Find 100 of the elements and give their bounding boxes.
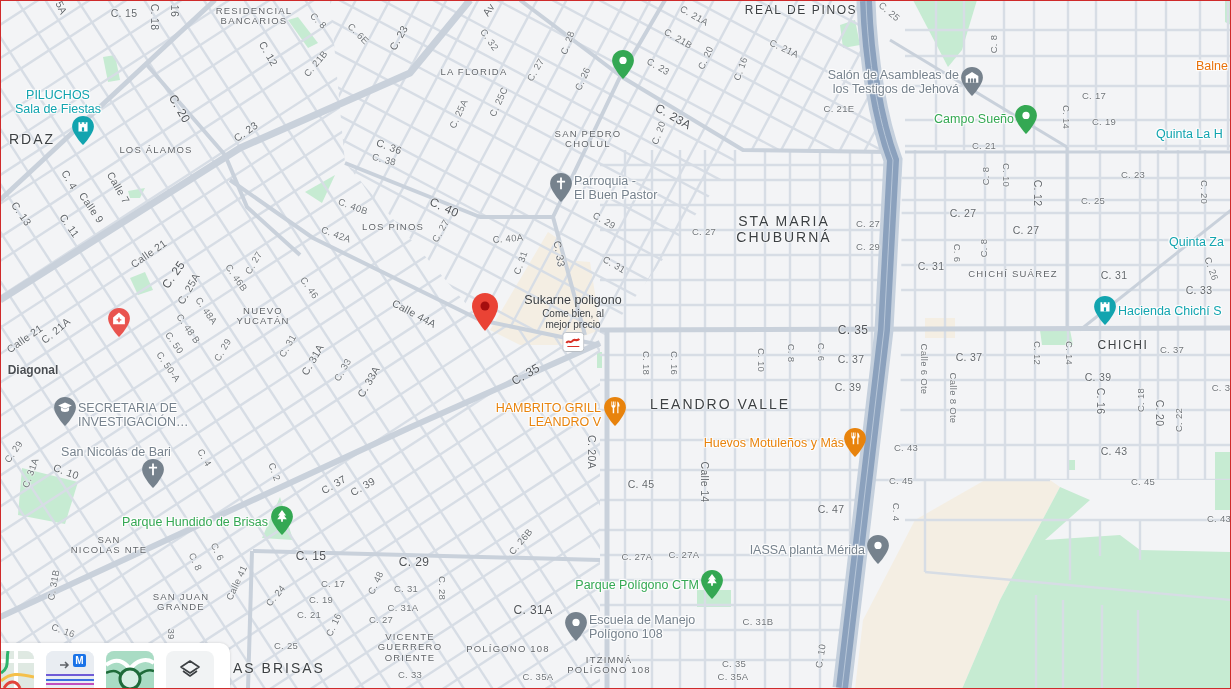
street-label: C. 21B (662, 26, 694, 52)
place-label[interactable]: Parroquia - El Buen Pastor (574, 173, 658, 203)
graduation-cap-pin-icon[interactable] (54, 397, 76, 426)
street-label: C. 18 (1135, 387, 1147, 413)
neighborhood-label: LEANDRO VALLE (649, 395, 791, 413)
street-label: C. 16 (1094, 387, 1106, 415)
place-label[interactable]: Escuela de Manejo Polígono 108 (589, 612, 696, 642)
place-label[interactable]: PILUCHOS Sala de Fiestas (14, 87, 102, 117)
fork-knife-pin-icon[interactable] (844, 428, 866, 457)
street-label: C. 35A (522, 671, 554, 683)
street-label: C. 31 (917, 261, 945, 273)
place-tagline: Come bien, al mejor precio (542, 308, 604, 330)
cross-pin-icon[interactable] (550, 173, 572, 202)
street-label: C. 4 (194, 447, 214, 469)
street-label: C. 35 (837, 324, 869, 338)
neighborhood-label: ITZIMNÁ POLÍGONO 108 (567, 654, 651, 676)
street-label: C. 20A (585, 435, 597, 469)
street-label: C. 19 (1091, 116, 1117, 128)
street-label: C. 26 (1201, 255, 1221, 283)
map-layer-button[interactable] (1, 651, 34, 688)
fork-knife-pin-icon[interactable] (604, 397, 626, 426)
neighborhood-label: AS BRISAS (233, 659, 325, 677)
street-label: C. 31A (299, 342, 327, 378)
tree-pin-icon[interactable] (701, 570, 723, 599)
street-label: C. 20 (1153, 399, 1165, 427)
street-label: C. 31B (46, 568, 62, 602)
building-pin-icon[interactable] (961, 67, 983, 96)
neighborhood-label: REAL DE PINOS (744, 4, 858, 18)
place-label[interactable]: Balne (1196, 58, 1228, 74)
place-label[interactable]: San Nicolás de Bari (61, 444, 171, 460)
street-label: C. 33A (355, 364, 383, 400)
house-plus-pin-icon[interactable] (108, 308, 130, 337)
street-label: C. 23 (231, 119, 261, 145)
map-layer-button[interactable] (106, 651, 154, 688)
street-label: C. 20 (1198, 179, 1210, 205)
store-logo-icon[interactable] (562, 332, 584, 352)
park-area (1067, 460, 1075, 470)
neighborhood-label: SAN PEDRO CHOLUL (554, 128, 622, 150)
layers-button[interactable] (166, 651, 214, 688)
street-label: C. 45 (1130, 476, 1156, 488)
street-label: C. 16 (49, 621, 77, 641)
street-label: C. 35A (717, 671, 749, 683)
map-pin-icon[interactable] (867, 535, 889, 564)
map-marker-icon[interactable] (472, 293, 498, 331)
street-label: Diagonal (7, 364, 59, 378)
street-label: C. 21 (971, 140, 997, 152)
castle-pin-icon[interactable] (1094, 296, 1116, 325)
street-label: C. 10 (755, 347, 767, 373)
park-area (305, 175, 335, 203)
map-pin-icon[interactable] (565, 612, 587, 641)
map-pin-icon[interactable] (612, 50, 634, 79)
street-label: C. 26 (573, 65, 593, 93)
castle-pin-icon[interactable] (72, 116, 94, 145)
street-label: 39 (165, 628, 177, 640)
place-label[interactable]: Campo Sueño (934, 111, 1014, 127)
park-area (103, 55, 120, 82)
neighborhood-label: SAN NICOLAS NTE (70, 534, 148, 556)
street-label: C. 17 (1081, 90, 1107, 102)
street-label: C. 21E (823, 103, 855, 115)
street-label: C. 20 (649, 119, 669, 147)
place-label[interactable]: HAMBRITO GRILL LEANDRO V (495, 400, 601, 430)
street-label: C. 27A (668, 549, 700, 561)
street-label: C. 27 (949, 208, 977, 220)
map-layer-button[interactable]: M (46, 651, 94, 688)
neighborhood-label: LOS PINOS (362, 221, 424, 233)
neighborhood-label: SAN JUAN GRANDE (152, 591, 210, 613)
cross-pin-icon[interactable] (142, 459, 164, 488)
place-label[interactable]: Hacienda Chichí S (1118, 303, 1222, 319)
street-label: C. 21B (302, 48, 330, 80)
neighborhood-label: CHICHÍ SUÁREZ (968, 268, 1058, 280)
map-pin-icon[interactable] (1015, 105, 1037, 134)
street-label: C. 6E (345, 21, 371, 47)
street-label: C. 22 (1173, 407, 1185, 433)
street-label: C. 21 (296, 609, 322, 621)
street-label: C. 27 (855, 218, 881, 230)
tree-pin-icon[interactable] (271, 506, 293, 535)
street-label: C. 20 (696, 44, 716, 72)
street-label: C. 31A (387, 602, 419, 614)
place-title[interactable]: Sukarne poligono (524, 293, 622, 308)
place-label[interactable]: Parque Hundido de Brisas (122, 514, 268, 530)
neighborhood-label: STA MARIA CHUBURNÁ (736, 212, 832, 246)
street-label: Av (480, 1, 498, 19)
street-label: C. 15 (110, 8, 138, 20)
street-label: C. 24 (264, 583, 288, 609)
place-label[interactable]: Parque Polígono CTM (575, 577, 699, 593)
street-label: C. 31 (1100, 270, 1128, 282)
place-label[interactable]: SECRETARIA DE INVESTIGACIÓN… (78, 400, 189, 430)
street-label: C. 39 (834, 382, 862, 394)
place-label[interactable]: Quinta La H (1156, 126, 1223, 142)
place-label[interactable]: Quinta Za (1169, 234, 1224, 250)
street-label: C. 21A (678, 3, 710, 29)
street-label: C. 16 (324, 611, 344, 639)
park-area (1225, 1, 1230, 25)
street-label: C. 27 (243, 249, 265, 276)
street-label: C. 26B (507, 526, 535, 558)
place-label[interactable]: Huevos Motuleños y Más (703, 435, 844, 451)
street-label: C. 16 (731, 55, 751, 83)
street-label: C. 4 (890, 502, 902, 522)
street-label: C. 35 (509, 361, 543, 389)
street-label: C. 31B (742, 616, 774, 628)
